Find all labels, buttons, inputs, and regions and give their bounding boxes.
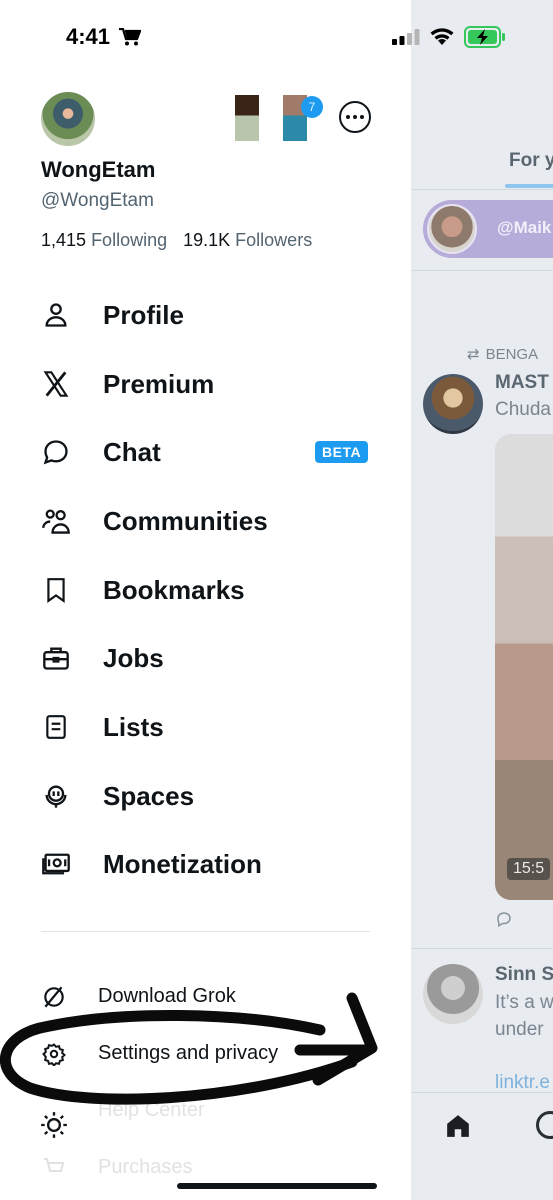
menu-label: Profile (103, 299, 184, 330)
home-icon[interactable] (445, 1113, 471, 1139)
menu-label: Lists (103, 711, 164, 742)
bottom-menu-label: Download Grok (98, 985, 236, 1007)
menu-item-bookmarks[interactable]: Bookmarks (0, 560, 411, 620)
x-logo-icon (40, 368, 72, 400)
briefcase-icon (40, 642, 72, 674)
menu-item-help-center[interactable]: Help Center (0, 1091, 411, 1138)
search-icon[interactable] (536, 1111, 553, 1139)
menu-item-lists[interactable]: Lists (0, 697, 411, 757)
menu-label: Spaces (103, 780, 195, 811)
reply-icon[interactable] (495, 910, 513, 933)
person-icon (40, 299, 72, 331)
followers-count: 19.1K (183, 230, 231, 250)
post-author-avatar[interactable] (423, 964, 483, 1024)
menu-item-jobs[interactable]: Jobs (0, 628, 411, 688)
feed-divider (411, 270, 553, 271)
more-options-icon[interactable] (339, 101, 371, 133)
space-host-handle: @Maik (497, 218, 552, 237)
repost-icon: ⇄ (467, 346, 480, 363)
bottom-menu-label: Settings and privacy (98, 1042, 279, 1064)
menu-divider (41, 931, 370, 932)
wifi-icon (429, 26, 455, 46)
menu-item-profile[interactable]: Profile (0, 285, 411, 345)
list-icon (40, 711, 72, 743)
post-text-line: It’s a w (495, 992, 553, 1013)
microphone-icon (40, 780, 72, 812)
post-author-avatar[interactable] (423, 374, 483, 434)
tab-underline (505, 184, 553, 188)
follow-stats: 1,415 Following 19.1K Followers (41, 230, 312, 251)
menu-label: Bookmarks (103, 574, 245, 605)
menu-item-purchases[interactable]: Purchases (0, 1148, 411, 1188)
video-duration: 15:5 (507, 858, 551, 880)
menu-label: Jobs (103, 642, 164, 673)
communities-icon (40, 505, 72, 537)
post-link[interactable]: linktr.e (495, 1072, 550, 1094)
battery-charging-icon (464, 26, 506, 48)
switch-account-avatar[interactable] (235, 95, 259, 141)
help-icon (40, 1111, 68, 1139)
gear-icon (40, 1040, 68, 1068)
menu-item-premium[interactable]: Premium (0, 354, 411, 414)
beta-badge: BETA (315, 441, 369, 463)
menu-item-monetization[interactable]: Monetization (0, 834, 411, 894)
following-count: 1,415 (41, 230, 87, 250)
bottom-menu-label: Purchases (98, 1156, 193, 1178)
menu-item-settings-and-privacy[interactable]: Settings and privacy (0, 1034, 411, 1074)
feed-divider (411, 948, 553, 949)
post-text-line: under (495, 1019, 544, 1040)
post-text: Chuda (495, 399, 551, 420)
bottom-menu-label: Help Center (98, 1099, 205, 1121)
menu-label: Monetization (103, 848, 262, 879)
post-author-name[interactable]: Sinn S (495, 964, 553, 986)
post-video-thumbnail[interactable] (495, 434, 553, 900)
cart-icon (40, 1154, 68, 1182)
feed-divider (411, 189, 553, 190)
following-link[interactable]: 1,415 Following (41, 230, 167, 250)
repost-indicator: ⇄ BENGA (467, 345, 538, 363)
notification-badge: 7 (301, 96, 323, 118)
home-indicator[interactable] (177, 1183, 377, 1189)
repost-label: BENGA (485, 346, 539, 363)
tab-for-you[interactable]: For y (509, 150, 553, 172)
menu-item-spaces[interactable]: Spaces (0, 766, 411, 826)
menu-label: Communities (103, 505, 268, 536)
chat-bubble-icon (40, 436, 72, 468)
space-host-avatar (427, 204, 477, 254)
menu-label: Chat (103, 436, 161, 467)
bottom-tab-bar (411, 1092, 553, 1200)
user-handle: @WongEtam (41, 190, 154, 211)
grok-icon (40, 983, 68, 1011)
menu-item-chat[interactable]: Chat BETA (0, 422, 411, 482)
followers-link[interactable]: 19.1K Followers (183, 230, 312, 250)
money-icon (40, 848, 72, 880)
feed-panel[interactable]: For y @Maik ⇄ BENGA MAST Chuda 15:5 Sinn … (411, 0, 553, 1200)
menu-item-download-grok[interactable]: Download Grok (0, 977, 411, 1017)
menu-item-communities[interactable]: Communities (0, 491, 411, 551)
post-author-name[interactable]: MAST (495, 372, 549, 394)
display-name: WongEtam (41, 157, 156, 182)
bookmark-icon (40, 574, 72, 606)
followers-label: Followers (235, 230, 313, 250)
following-label: Following (91, 230, 168, 250)
avatar[interactable] (41, 92, 95, 146)
menu-label: Premium (103, 368, 215, 399)
side-drawer: 7 WongEtam @WongEtam 1,415 Following 19.1… (0, 0, 411, 1200)
